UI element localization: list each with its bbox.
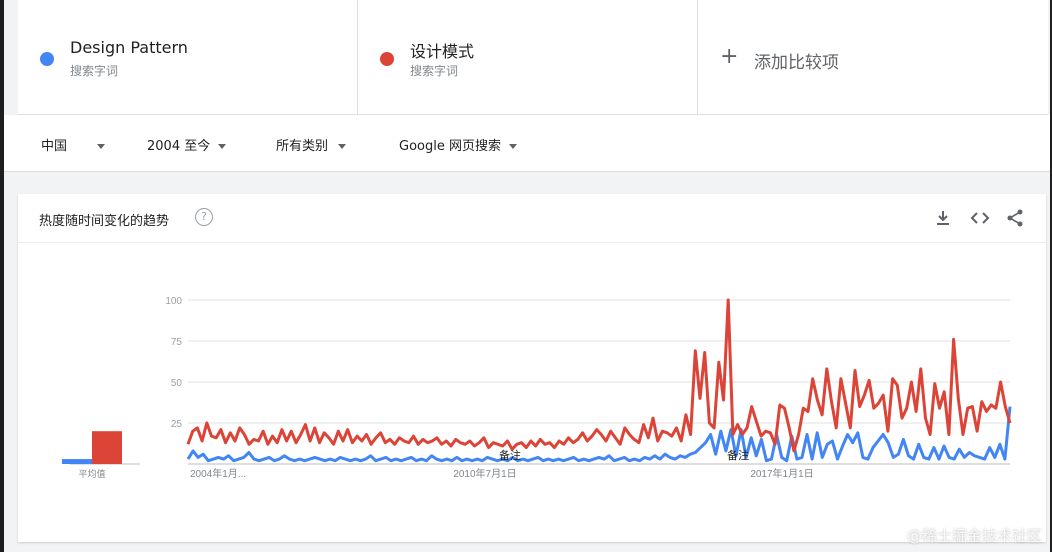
watermark: @稀土掘金技术社区 <box>906 527 1042 545</box>
trends-page: Design Pattern 搜索字词 设计模式 搜索字词 + 添加比较项 中国… <box>4 0 1050 552</box>
search-type-filter-label: Google 网页搜索 <box>399 139 501 154</box>
plus-icon: + <box>720 44 739 69</box>
chevron-down-icon <box>97 144 106 149</box>
term-name: Design Pattern <box>70 38 188 57</box>
average-label: 平均值 <box>78 468 105 479</box>
x-tick-label: 2017年1月1日 <box>750 467 813 480</box>
interest-over-time-card: 热度随时间变化的趋势 ? 100 75 50 25 平均值 2004年1月... 201… <box>18 194 1046 542</box>
term-type: 搜索字词 <box>410 64 459 78</box>
y-tick-label: 75 <box>171 337 183 348</box>
chevron-down-icon <box>508 144 517 149</box>
term-color-dot <box>40 52 54 66</box>
x-tick-label: 2010年7月1日 <box>453 467 516 480</box>
term-name: 设计模式 <box>410 42 475 61</box>
region-filter[interactable]: 中国 <box>41 135 106 154</box>
add-comparison-label: 添加比较项 <box>754 53 839 73</box>
region-filter-label: 中国 <box>41 139 68 154</box>
series-line <box>186 298 1012 453</box>
x-axis-labels: 2004年1月... 2010年7月1日 2017年1月1日 <box>190 467 814 480</box>
category-filter[interactable]: 所有类别 <box>276 135 347 154</box>
term-design-pattern-cn[interactable]: 设计模式 搜索字词 <box>358 0 698 114</box>
trend-chart: 100 75 50 25 平均值 2004年1月... 2010年7月1日 2017年1月… <box>62 296 1012 480</box>
term-type: 搜索字词 <box>70 64 119 78</box>
average-bars: 平均值 <box>62 431 140 479</box>
time-filter[interactable]: 2004 至今 <box>147 135 227 154</box>
y-axis-labels: 100 75 50 25 <box>165 296 182 430</box>
y-tick-label: 50 <box>171 378 183 389</box>
x-tick-label: 2004年1月... <box>190 467 246 480</box>
y-tick-label: 100 <box>165 296 182 307</box>
time-filter-label: 2004 至今 <box>147 139 211 154</box>
add-comparison-button[interactable]: + 添加比较项 <box>698 0 1048 114</box>
filter-bar: 中国 2004 至今 所有类别 Google 网页搜索 <box>4 115 1050 172</box>
search-terms-bar: Design Pattern 搜索字词 设计模式 搜索字词 + 添加比较项 <box>18 0 1048 115</box>
y-tick-label: 25 <box>171 419 183 430</box>
category-filter-label: 所有类别 <box>276 139 329 154</box>
term-design-pattern[interactable]: Design Pattern 搜索字词 <box>18 0 358 114</box>
annotation-label: 备注 <box>727 448 749 462</box>
average-bar <box>62 459 92 464</box>
annotations: 备注 备注 <box>499 448 749 462</box>
average-bar <box>92 431 122 464</box>
series-lines <box>186 298 1012 463</box>
chevron-down-icon <box>338 144 347 149</box>
annotation-label: 备注 <box>499 448 521 462</box>
term-color-dot <box>380 52 394 66</box>
chevron-down-icon <box>218 144 227 149</box>
search-type-filter[interactable]: Google 网页搜索 <box>399 135 517 154</box>
